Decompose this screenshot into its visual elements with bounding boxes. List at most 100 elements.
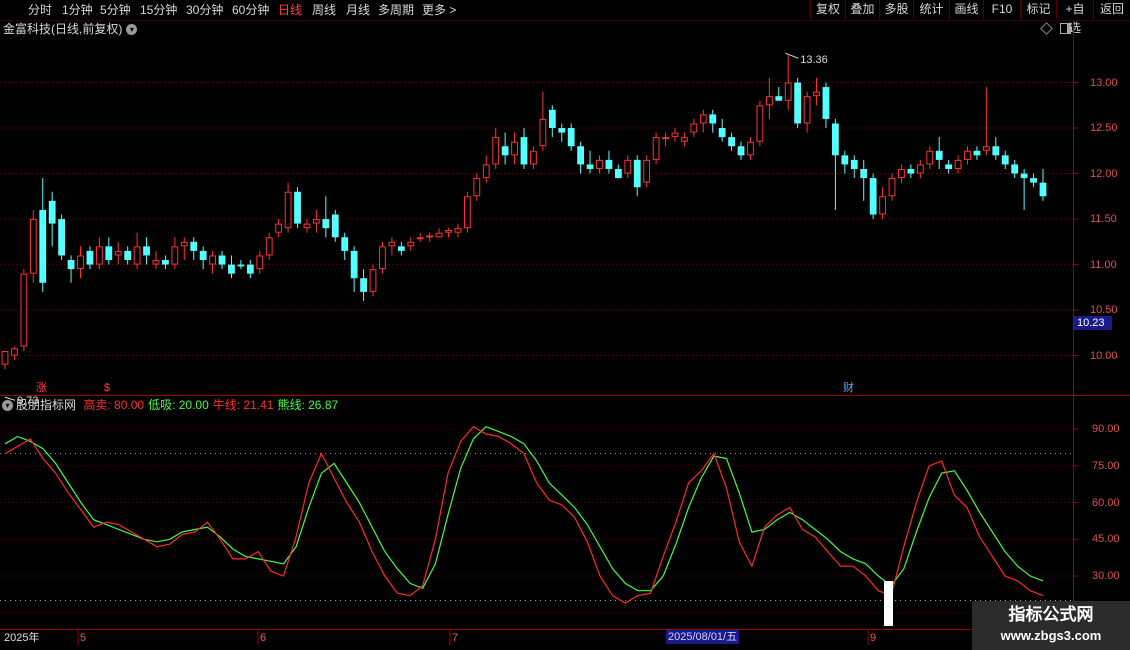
candle-body (39, 209, 47, 283)
candle-body (954, 159, 962, 169)
candle-body (577, 146, 585, 165)
event-marker[interactable]: 涨 (36, 382, 47, 394)
watermark: 指标公式网 www.zbgs3.com (972, 601, 1130, 650)
candle-body (1, 351, 9, 365)
year-label: 2025年 (4, 632, 40, 644)
candle-body (784, 82, 792, 101)
price-axis-label: 12.00 (1090, 167, 1118, 180)
candle-body (548, 109, 556, 129)
indicator-dropdown-icon[interactable]: ▾ (2, 400, 13, 412)
candle-body (671, 132, 679, 138)
candle-body (209, 255, 216, 265)
candle-body (794, 82, 802, 124)
candle-body (29, 219, 37, 274)
candle-body (114, 250, 122, 256)
price-axis-label: 13.00 (1090, 76, 1118, 89)
candle-body (190, 241, 198, 251)
candle-body (67, 260, 75, 270)
price-axis-label: 11.00 (1090, 258, 1117, 271)
candle-body (294, 191, 301, 224)
indicator-legend-item: 牛线: 21.41 (212, 398, 274, 412)
candle-body (964, 150, 971, 160)
candle-body (11, 348, 18, 356)
candle-body (747, 141, 754, 156)
candle-body (275, 223, 283, 233)
date-tick-label: 7 (452, 632, 459, 644)
candle-body (454, 228, 462, 233)
candle-body (426, 235, 434, 238)
candle-body (58, 219, 66, 256)
price-axis-label: 11.50 (1090, 213, 1117, 226)
candle-body (926, 150, 934, 165)
current-price-tag: 10.23 (1074, 316, 1112, 330)
indicator-legend-item: 高卖: 80.00 (83, 398, 145, 412)
candle-body (567, 128, 575, 147)
candle-body (331, 214, 339, 238)
candle-body (228, 264, 235, 274)
candle-body (143, 246, 150, 256)
candle-body (379, 246, 386, 270)
candle-body (822, 87, 830, 119)
event-marker[interactable]: $ (104, 382, 110, 394)
selected-date: 2025/08/01/五 (666, 630, 740, 644)
indicator-legend: ▾ 股朋指标网 高卖: 80.00 低吸: 20.00 牛线: 21.41 熊线: 26… (2, 398, 342, 412)
candle-body (681, 137, 688, 142)
candle-body (501, 146, 509, 156)
bear-line-series (4, 426, 1044, 592)
high-marker-line (785, 52, 799, 59)
candle-body (699, 114, 707, 124)
candle-body (624, 159, 632, 174)
candle-body (558, 128, 566, 133)
candle-body (95, 246, 103, 265)
candle-body (256, 255, 264, 270)
osc-axis-label: 45.00 (1092, 533, 1120, 546)
candle-body (86, 250, 94, 265)
osc-axis-label: 60.00 (1092, 496, 1120, 509)
candle-body (303, 223, 311, 229)
candle-body (662, 137, 669, 140)
osc-axis-label: 90.00 (1092, 423, 1120, 436)
event-marker[interactable]: 财 (843, 382, 854, 394)
candle-body (369, 269, 377, 292)
candle-body (973, 150, 981, 156)
candle-body (492, 137, 500, 165)
candle-body (463, 196, 471, 229)
indicator-name: 股朋指标网 (16, 398, 77, 412)
candle-body (124, 250, 132, 261)
candle-body (360, 278, 367, 292)
candle-body (916, 164, 924, 174)
candle-body (690, 123, 698, 133)
candle-body (199, 250, 207, 261)
candle-body (586, 164, 594, 169)
chart-canvas[interactable]: 13.369.73 (0, 0, 1130, 650)
price-axis-label: 12.50 (1090, 122, 1118, 135)
candle-body (445, 229, 452, 233)
candle-body (1039, 182, 1047, 197)
candle-body (709, 114, 717, 124)
candle-body (614, 168, 622, 179)
candle-body (850, 159, 858, 169)
candle-body (152, 260, 160, 265)
candle-body (180, 241, 188, 247)
candle-body (605, 159, 613, 169)
candle-body (1001, 155, 1009, 165)
candle-body (756, 105, 764, 142)
candle-body (218, 255, 226, 265)
candle-body (350, 250, 358, 279)
candle-body (105, 246, 113, 261)
candle-body (322, 219, 330, 229)
candle-body (869, 178, 877, 215)
candle-body (596, 159, 603, 169)
candle-body (775, 96, 783, 101)
candle-body (482, 164, 490, 179)
candle-body (539, 118, 547, 147)
candle-body (643, 159, 651, 183)
candle-body (530, 150, 537, 165)
candle-body (407, 241, 415, 247)
candle-body (633, 159, 641, 188)
candle-body (246, 264, 254, 274)
candle-body (397, 246, 405, 251)
candle-body (341, 237, 349, 251)
date-tick-label: 5 (80, 632, 87, 644)
candle-body (945, 164, 953, 169)
